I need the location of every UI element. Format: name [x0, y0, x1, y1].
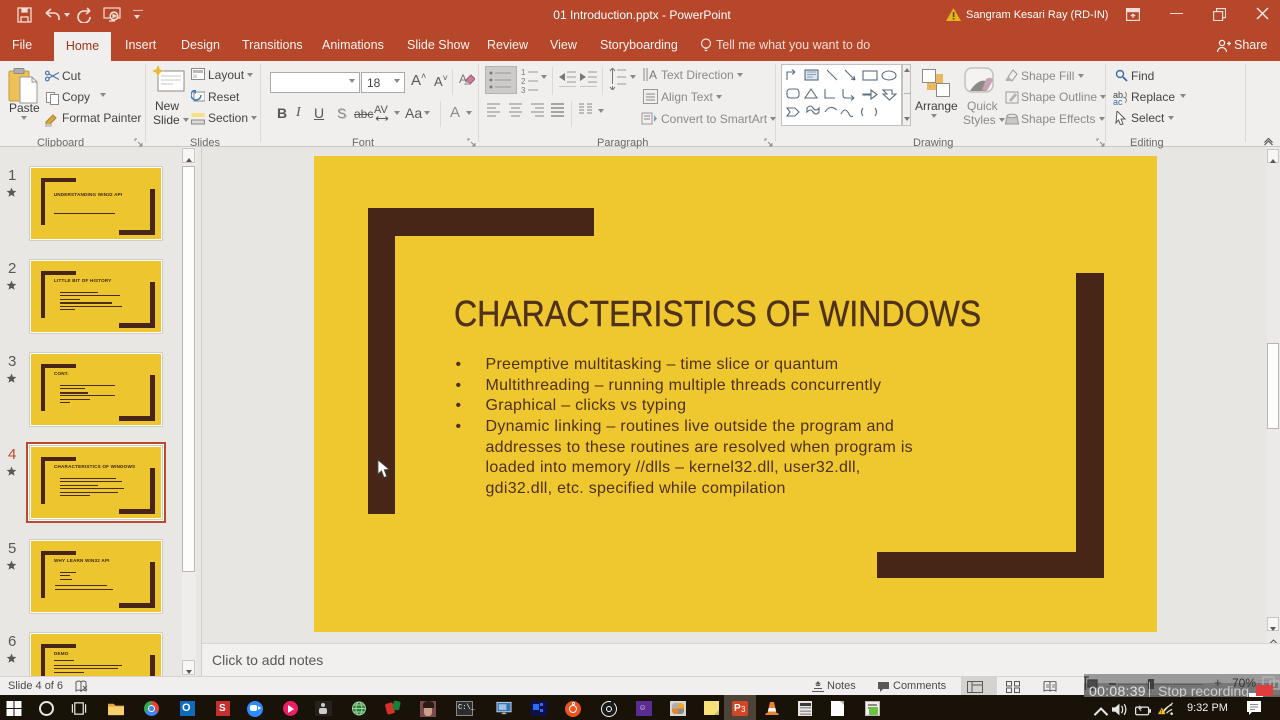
svg-text:2: 2 — [521, 77, 526, 86]
svg-text:A: A — [649, 68, 657, 82]
svg-text:ac: ac — [1113, 97, 1123, 105]
svg-text:3: 3 — [521, 86, 526, 93]
svg-text:AV: AV — [374, 104, 389, 116]
svg-text:1: 1 — [521, 69, 526, 77]
